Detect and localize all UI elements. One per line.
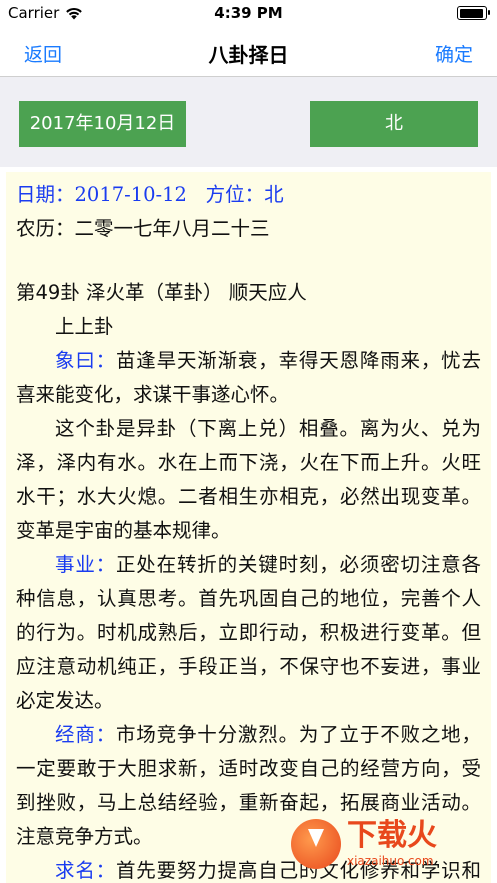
- watermark-brand-name: 下载火: [347, 818, 437, 853]
- section-text: 这个卦是异卦（下离上兑）相叠。离为火、兑为泽，泽内有水。水在上而下浇，火在下而上…: [16, 417, 481, 542]
- hexagram-rank: 上上卦: [55, 315, 114, 338]
- direction-label: 方位：: [205, 183, 265, 206]
- watermark-domain: xiazaihuo.com: [347, 854, 434, 868]
- watermark: 下载火 xiazaihuo.com: [291, 813, 491, 875]
- hexagram-title: 第49卦 泽火革（革卦） 顺天应人: [16, 281, 307, 304]
- status-bar: Carrier 4:39 PM: [0, 0, 497, 28]
- selector-bar: 2017年10月12日 北: [0, 77, 497, 167]
- watermark-brand: 下载火 xiazaihuo.com: [347, 818, 437, 868]
- download-logo-icon: [291, 819, 341, 869]
- section-xiang: 象曰：苗逢旱天渐渐衰，幸得天恩降雨来，忧去喜来能变化，求谋干事遂心怀。: [16, 344, 481, 412]
- section-career: 事业：正处在转折的关键时刻，必须密切注意各种信息，认真思考。首先巩固自己的地位，…: [16, 548, 481, 718]
- section-label: 事业：: [55, 553, 116, 576]
- confirm-button[interactable]: 确定: [435, 40, 473, 67]
- battery-icon: [457, 6, 490, 20]
- section-label: 象曰：: [55, 349, 116, 372]
- section-label: 求名：: [55, 859, 116, 882]
- status-time: 4:39 PM: [214, 4, 283, 22]
- section-text: 正处在转折的关键时刻，必须密切注意各种信息，认真思考。首先巩固自己的地位，完善个…: [16, 553, 481, 712]
- section-explanation: 这个卦是异卦（下离上兑）相叠。离为火、兑为泽，泽内有水。水在上而下浇，火在下而上…: [16, 412, 481, 548]
- direction-value: 北: [264, 183, 284, 206]
- date-value: 2017-10-12: [74, 183, 187, 206]
- result-panel[interactable]: 日期：2017-10-12 方位：北 农历：二零一七年八月二十三 第49卦 泽火…: [6, 172, 491, 883]
- page-title: 八卦择日: [208, 43, 289, 67]
- date-picker-button[interactable]: 2017年10月12日: [19, 101, 186, 147]
- section-label: 经商：: [55, 723, 116, 746]
- date-label: 日期：: [16, 183, 75, 206]
- navigation-bar: 返回 八卦择日 确定: [0, 28, 497, 77]
- date-direction-line: 日期：2017-10-12 方位：北: [16, 178, 481, 212]
- battery-fill: [459, 8, 483, 18]
- lunar-date: 农历：二零一七年八月二十三: [16, 217, 270, 240]
- direction-picker-button[interactable]: 北: [310, 101, 478, 147]
